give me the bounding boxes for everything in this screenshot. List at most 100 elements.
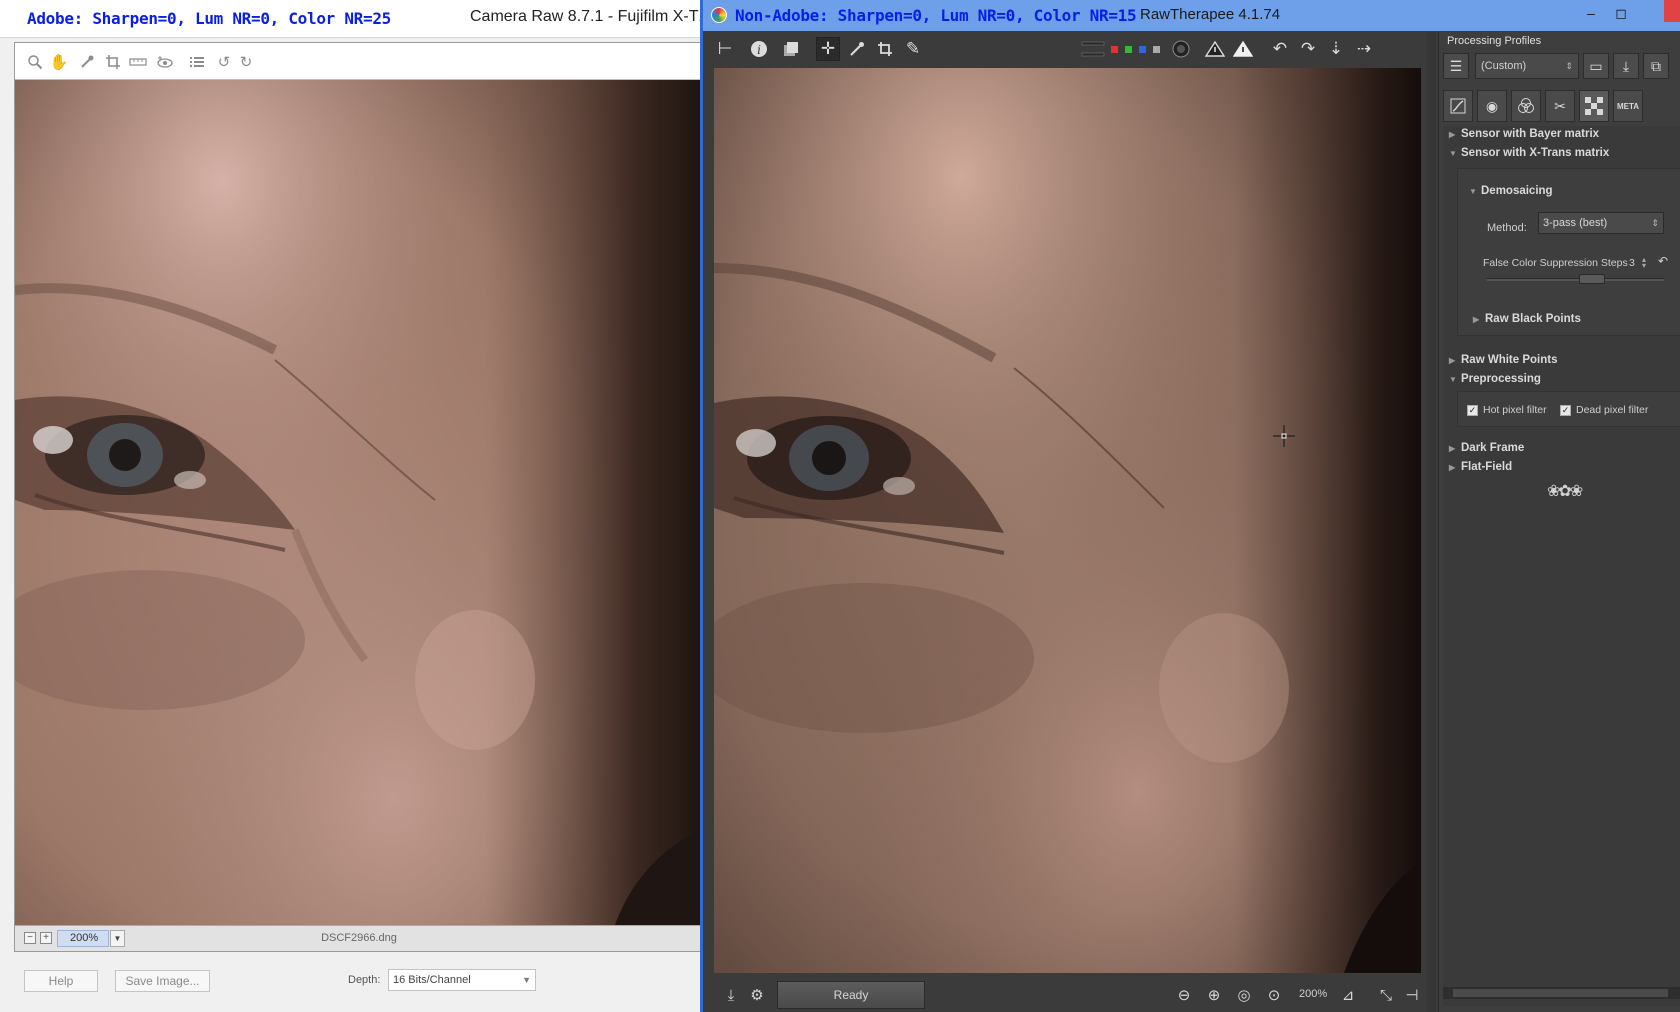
save-icon[interactable]: ⤓ — [720, 984, 742, 1006]
svg-text:i: i — [757, 43, 761, 57]
toggle-right-panel-icon[interactable]: ⊣ — [1401, 984, 1423, 1006]
info-icon[interactable]: i — [747, 37, 771, 61]
rawtherapee-titlebar: Non-Adobe: Sharpen=0, Lum NR=0, Color NR… — [703, 0, 1680, 31]
histogram-icon[interactable] — [1079, 37, 1107, 61]
dead-pixel-checkbox[interactable]: ✓ — [1560, 405, 1571, 416]
tab-details[interactable]: ◉ — [1477, 90, 1507, 122]
hot-pixel-checkbox[interactable]: ✓ — [1467, 405, 1478, 416]
rotate-right-icon[interactable]: ↻ — [236, 52, 256, 72]
rotate-left-icon[interactable]: ↺ — [214, 52, 234, 72]
white-balance-icon[interactable] — [77, 52, 97, 72]
zoom-fit-icon[interactable]: ◎ — [1233, 984, 1255, 1006]
tab-exposure[interactable] — [1443, 90, 1473, 122]
profile-select[interactable]: (Custom) ⇕ — [1475, 53, 1579, 79]
panel-end-ornament-icon: ❀✿❀ — [1547, 483, 1583, 500]
fcs-steps-slider-handle[interactable] — [1579, 274, 1605, 284]
red-eye-icon[interactable] — [155, 52, 175, 72]
profile-value: (Custom) — [1481, 60, 1527, 72]
section-xtrans-label: Sensor with X-Trans matrix — [1461, 147, 1610, 159]
non-adobe-settings-label: Non-Adobe: Sharpen=0, Lum NR=0, Color NR… — [735, 6, 1137, 25]
maximize-icon[interactable]: ◻ — [1611, 4, 1631, 22]
raw-settings-list: ▶ Sensor with Bayer matrix ▼ Sensor with X… — [1443, 126, 1680, 1006]
section-raw-white-points[interactable]: ▶ Raw White Points — [1449, 354, 1557, 366]
flip-horizontal-icon[interactable]: ⇢ — [1352, 37, 1376, 61]
section-dark-frame-label: Dark Frame — [1461, 442, 1525, 454]
panel-horizontal-scrollbar[interactable] — [1443, 987, 1680, 999]
zoom-100-icon[interactable]: ⊙ — [1263, 984, 1285, 1006]
blue-channel-icon[interactable] — [1135, 37, 1149, 61]
fcs-steps-value[interactable]: 3 — [1629, 257, 1635, 269]
expand-icon: ▶ — [1449, 356, 1456, 365]
straighten-icon[interactable]: ✎ — [901, 37, 925, 61]
chevron-updown-icon: ⇕ — [1651, 218, 1659, 228]
cursor-crosshair-icon — [1273, 425, 1295, 452]
crop-icon[interactable] — [873, 37, 897, 61]
toggle-left-panel-icon[interactable]: ⊢ — [713, 37, 737, 61]
straighten-icon[interactable] — [128, 52, 148, 72]
tool-tabs: ◉ ✂ META — [1443, 90, 1680, 122]
spinner-icon[interactable]: ▴ ▾ — [1639, 256, 1649, 270]
fcs-steps-slider[interactable] — [1487, 278, 1664, 281]
hand-tool-icon[interactable]: ✛ — [816, 37, 840, 61]
expand-icon: ▶ — [1473, 315, 1480, 324]
rotate-left-icon[interactable]: ↶ — [1268, 37, 1292, 61]
depth-select[interactable]: 16 Bits/Channel ▼ — [388, 969, 536, 991]
tab-color[interactable] — [1511, 90, 1541, 122]
close-icon[interactable] — [1664, 0, 1680, 22]
crop-icon[interactable] — [103, 52, 123, 72]
rawtherapee-statusbar: ⤓ ⚙ Ready ⊖ ⊕ ◎ ⊙ 200% ⊿ ⤡ ⊣ — [707, 978, 1424, 1012]
hand-icon[interactable]: ✋ — [49, 52, 69, 72]
rawtherapee-photo-preview — [714, 68, 1421, 973]
scrollbar-thumb[interactable] — [1453, 989, 1668, 997]
section-preprocessing[interactable]: ▼ Preprocessing — [1449, 373, 1541, 385]
tab-transform[interactable]: ✂ — [1545, 90, 1575, 122]
before-after-icon[interactable] — [779, 37, 803, 61]
save-image-button[interactable]: Save Image... — [115, 970, 210, 992]
section-preprocessing-label: Preprocessing — [1461, 373, 1541, 385]
zoom-icon[interactable] — [25, 52, 45, 72]
red-channel-icon[interactable] — [1107, 37, 1121, 61]
copy-profile-icon[interactable]: ⧉ — [1643, 53, 1669, 79]
reset-icon[interactable]: ↶ — [1658, 254, 1668, 268]
expand-icon: ▶ — [1449, 130, 1456, 139]
section-bayer-matrix[interactable]: ▶ Sensor with Bayer matrix — [1449, 128, 1599, 140]
help-button[interactable]: Help — [24, 970, 98, 992]
tab-metadata[interactable]: META — [1613, 90, 1643, 122]
method-select[interactable]: 3-pass (best) ⇕ — [1538, 212, 1664, 234]
zoom-in-icon[interactable]: ⊕ — [1203, 984, 1225, 1006]
section-raw-black-points[interactable]: ▶ Raw Black Points — [1473, 313, 1581, 325]
flip-vertical-icon[interactable]: ⇣ — [1324, 37, 1348, 61]
section-raw-black-label: Raw Black Points — [1485, 313, 1581, 325]
list-icon[interactable] — [187, 52, 207, 72]
tab-raw[interactable] — [1579, 90, 1609, 122]
profile-list-icon[interactable]: ☰ — [1443, 53, 1469, 79]
open-profile-icon[interactable]: ▭ — [1583, 53, 1609, 79]
camera-raw-toolbar: ✋ ↺ ↻ — [15, 43, 703, 80]
section-dark-frame[interactable]: ▶ Dark Frame — [1449, 442, 1524, 454]
camera-raw-titlebar: Adobe: Sharpen=0, Lum NR=0, Color NR=25 … — [0, 0, 707, 38]
section-demosaicing[interactable]: ▼ Demosaicing — [1469, 185, 1553, 197]
luminance-channel-icon[interactable] — [1149, 37, 1163, 61]
depth-label: Depth: — [348, 974, 381, 986]
rawtherapee-title: RawTherapee 4.1.74 — [1140, 6, 1281, 23]
minimize-icon[interactable]: – — [1581, 4, 1601, 22]
collapse-icon: ▼ — [1469, 187, 1477, 196]
rotate-right-icon[interactable]: ↷ — [1296, 37, 1320, 61]
section-xtrans-matrix[interactable]: ▼ Sensor with X-Trans matrix — [1449, 147, 1609, 159]
zoom-out-icon[interactable]: ⊖ — [1173, 984, 1195, 1006]
section-bayer-label: Sensor with Bayer matrix — [1461, 128, 1600, 140]
chevron-down-icon: ▼ — [522, 975, 531, 985]
highlight-clipping-icon[interactable] — [1231, 37, 1255, 61]
panel-separator[interactable] — [1427, 32, 1436, 1012]
meta-tab-label: META — [1616, 101, 1640, 111]
fullscreen-icon[interactable]: ⤡ — [1375, 984, 1397, 1006]
section-raw-white-label: Raw White Points — [1461, 354, 1558, 366]
save-profile-icon[interactable]: ⤓ — [1613, 53, 1639, 79]
send-to-editor-icon[interactable]: ⚙ — [746, 984, 768, 1006]
green-channel-icon[interactable] — [1121, 37, 1135, 61]
shadow-clipping-icon[interactable] — [1203, 37, 1227, 61]
section-flat-field[interactable]: ▶ Flat-Field — [1449, 461, 1512, 473]
color-picker-icon[interactable] — [845, 37, 869, 61]
new-detail-window-icon[interactable]: ⊿ — [1337, 984, 1359, 1006]
focus-mask-icon[interactable] — [1169, 37, 1193, 61]
